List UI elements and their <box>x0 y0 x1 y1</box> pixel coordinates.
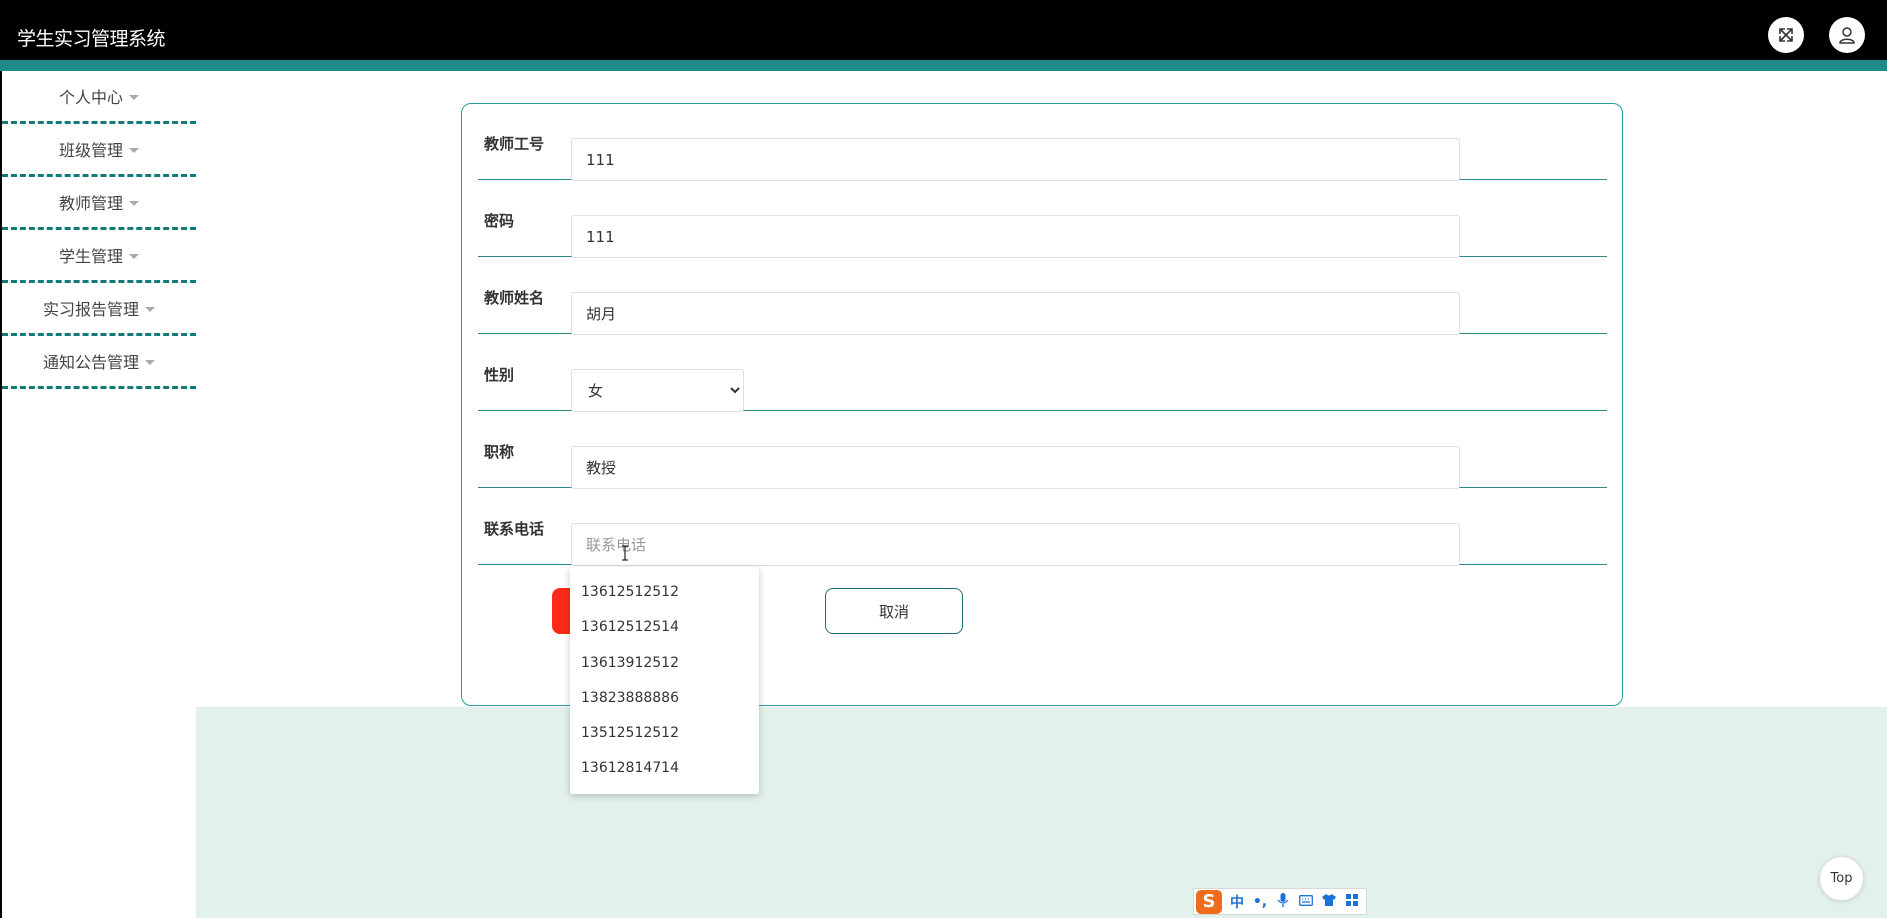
ime-punctuation-toggle[interactable]: •, <box>1252 894 1268 910</box>
user-icon <box>1839 27 1855 44</box>
shirt-icon[interactable] <box>1321 893 1337 910</box>
autocomplete-option[interactable]: 13612512514 <box>570 610 759 645</box>
text-cursor-icon <box>622 545 628 561</box>
password-input[interactable] <box>571 215 1460 258</box>
sidebar-item-report-management[interactable]: 实习报告管理 <box>2 283 196 336</box>
sidebar-item-label: 个人中心 <box>58 88 123 107</box>
keyboard-icon[interactable] <box>1298 894 1314 910</box>
phone-autocomplete-list: 13612512512 13612512514 13613912512 1382… <box>570 567 759 794</box>
autocomplete-option[interactable]: 13612814714 <box>570 751 759 786</box>
teacher-name-label: 教师姓名 <box>484 289 545 307</box>
user-button[interactable] <box>1829 17 1865 53</box>
caret-down-icon <box>145 306 155 312</box>
sidebar-item-notice-management[interactable]: 通知公告管理 <box>2 336 196 389</box>
form-row-password: 密码 <box>478 181 1607 258</box>
app-title: 学生实习管理系统 <box>17 28 166 50</box>
form-row-teacher-id: 教师工号 <box>478 104 1607 181</box>
form-row-teacher-name: 教师姓名 <box>478 258 1607 335</box>
sidebar-item-student-management[interactable]: 学生管理 <box>2 230 196 283</box>
content-background <box>196 707 1887 918</box>
title-input[interactable] <box>571 446 1460 489</box>
sidebar: 个人中心 班级管理 教师管理 学生管理 实习报告管理 通知公告管理 <box>2 71 196 389</box>
fullscreen-icon <box>1779 28 1793 42</box>
autocomplete-option[interactable]: 13512512512 <box>570 716 759 751</box>
ime-mode-toggle[interactable]: 中 <box>1229 892 1245 912</box>
caret-down-icon <box>129 253 139 259</box>
teacher-id-label: 教师工号 <box>484 135 545 153</box>
sidebar-item-label: 实习报告管理 <box>42 300 139 319</box>
password-label: 密码 <box>484 212 515 230</box>
sidebar-item-label: 通知公告管理 <box>42 353 139 372</box>
fullscreen-button[interactable] <box>1768 17 1804 53</box>
back-to-top-button[interactable]: Top <box>1819 856 1864 901</box>
sidebar-item-label: 教师管理 <box>58 194 123 213</box>
sidebar-item-class-management[interactable]: 班级管理 <box>2 124 196 177</box>
form-row-gender: 性别 女 <box>478 335 1607 412</box>
title-label: 职称 <box>484 443 515 461</box>
teacher-name-input[interactable] <box>571 292 1460 335</box>
teacher-id-input[interactable] <box>571 138 1460 181</box>
sidebar-item-teacher-management[interactable]: 教师管理 <box>2 177 196 230</box>
phone-label: 联系电话 <box>484 520 545 538</box>
autocomplete-option[interactable]: 13613912512 <box>570 646 759 681</box>
microphone-icon[interactable] <box>1275 892 1291 911</box>
gender-label: 性别 <box>484 366 515 384</box>
sogou-logo-icon[interactable]: S <box>1196 889 1222 914</box>
cancel-button[interactable]: 取消 <box>825 588 963 634</box>
top-header: 学生实习管理系统 <box>0 0 1887 71</box>
caret-down-icon <box>145 359 155 365</box>
gender-select[interactable]: 女 <box>571 369 744 412</box>
form-row-title: 职称 <box>478 412 1607 489</box>
grid-icon[interactable] <box>1344 893 1360 910</box>
caret-down-icon <box>129 147 139 153</box>
ime-toolbar: S 中 •, <box>1193 888 1367 915</box>
autocomplete-option[interactable]: 13823888886 <box>570 681 759 716</box>
autocomplete-option[interactable]: 13612512512 <box>570 575 759 610</box>
caret-down-icon <box>129 94 139 100</box>
caret-down-icon <box>129 200 139 206</box>
phone-input[interactable] <box>571 523 1460 566</box>
sidebar-item-label: 学生管理 <box>58 247 123 266</box>
sidebar-item-label: 班级管理 <box>58 141 123 160</box>
form-row-phone: 联系电话 <box>478 489 1607 566</box>
sidebar-item-personal-center[interactable]: 个人中心 <box>2 71 196 124</box>
